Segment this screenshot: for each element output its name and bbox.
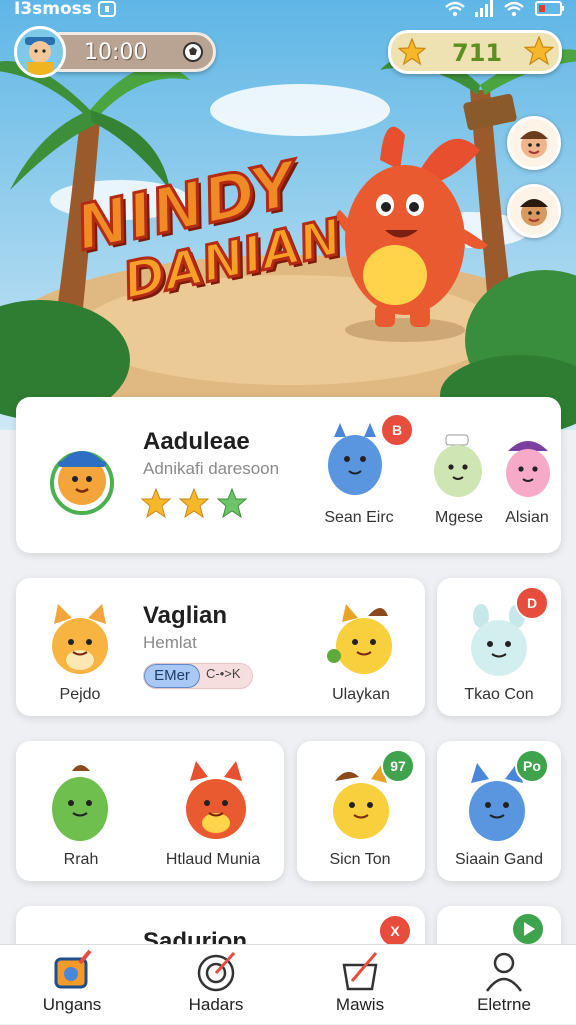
character-alsian[interactable] (498, 431, 558, 501)
tab-label: Mawis (335, 995, 385, 1014)
character-name: Siaain Gand (454, 851, 544, 868)
character-badge: B (380, 413, 414, 447)
character-name: Alsian (505, 509, 549, 526)
chip-secondary[interactable]: C-•>K (206, 666, 241, 681)
friend-avatar-1[interactable] (507, 116, 561, 170)
card-vaglian[interactable]: Pejdo Vaglian Hemlat EMer C-•>K Ulaykan (16, 578, 425, 716)
player-avatar[interactable] (14, 26, 66, 78)
featured-title: Aaduleae (143, 428, 250, 455)
tab-eletrne[interactable]: Eletrne (432, 945, 576, 1025)
featured-character (50, 451, 114, 515)
character-pejdo[interactable] (42, 600, 118, 680)
card-siaain-gand[interactable]: Po Siaain Gand (437, 741, 561, 881)
stars-counter[interactable]: 711 (388, 30, 562, 74)
tab-label: Ungans (42, 995, 102, 1014)
wifi-icon (445, 1, 465, 17)
character-htlaud-munia[interactable] (176, 759, 256, 843)
game-icon (54, 949, 92, 989)
featured-subtitle: Adnikafi daresoon (143, 459, 280, 478)
chip-primary[interactable]: EMer (144, 664, 200, 688)
play-badge[interactable] (511, 912, 545, 946)
character-badge: 97 (381, 749, 415, 783)
tab-mawis[interactable]: Mawis (288, 945, 432, 1025)
card-title: Vaglian (143, 602, 228, 629)
character-name: Ulaykan (332, 686, 390, 703)
character-badge: X (378, 914, 412, 948)
status-bar: Ι3smoss (0, 0, 576, 20)
character-badge: D (515, 586, 549, 620)
stars-count: 711 (452, 39, 503, 67)
tab-label: Hadars (188, 995, 244, 1014)
play-icon (524, 922, 535, 936)
tab-label: Eletrne (477, 995, 531, 1014)
soccer-ball-icon[interactable] (182, 41, 204, 63)
battery-icon (535, 1, 564, 16)
person-icon (485, 952, 523, 992)
card-subtitle: Hemlat (143, 633, 197, 652)
featured-rating (140, 487, 251, 526)
card-chips: EMer C-•>K (143, 663, 253, 689)
friend-avatar-2[interactable] (507, 184, 561, 238)
rating-star-1 (140, 487, 172, 519)
signal-icon (475, 0, 493, 17)
profile-bar[interactable]: 10:00 (14, 26, 218, 78)
character-ulaykan[interactable] (326, 600, 402, 680)
card-sicn-ton[interactable]: 97 Sicn Ton (297, 741, 425, 881)
carrier-label: Ι3smoss (14, 0, 92, 19)
character-rrah[interactable] (42, 761, 118, 845)
character-name: Sicn Ton (329, 851, 391, 868)
character-badge: Po (515, 749, 549, 783)
target-icon (197, 951, 236, 992)
character-name: Rrah (63, 851, 99, 868)
tab-hadars[interactable]: Hadars (144, 945, 288, 1025)
character-name: Htlaud Munia (165, 851, 261, 868)
character-name: Tkao Con (464, 686, 534, 703)
featured-card[interactable]: Aaduleae Adnikafi daresoon B Sean Eirc M… (16, 397, 561, 553)
card-rrah-htlaud[interactable]: Rrah Htlaud Munia (16, 741, 284, 881)
bottom-tab-bar: Ungans Hadars Mawis Eletrne (0, 944, 576, 1024)
character-name: Pejdo (59, 686, 101, 703)
rating-star-3 (216, 487, 248, 519)
basket-icon (342, 952, 378, 991)
tab-ungans[interactable]: Ungans (0, 945, 144, 1025)
character-mgese[interactable] (430, 433, 490, 503)
player-score: 10:00 (84, 40, 148, 65)
card-tkao-con[interactable]: D Tkao Con (437, 578, 561, 716)
wifi-icon-secondary (504, 1, 524, 17)
rating-star-2 (178, 487, 210, 519)
star-icon-right (524, 36, 554, 66)
status-app-icon (98, 1, 116, 17)
star-icon (398, 38, 426, 66)
